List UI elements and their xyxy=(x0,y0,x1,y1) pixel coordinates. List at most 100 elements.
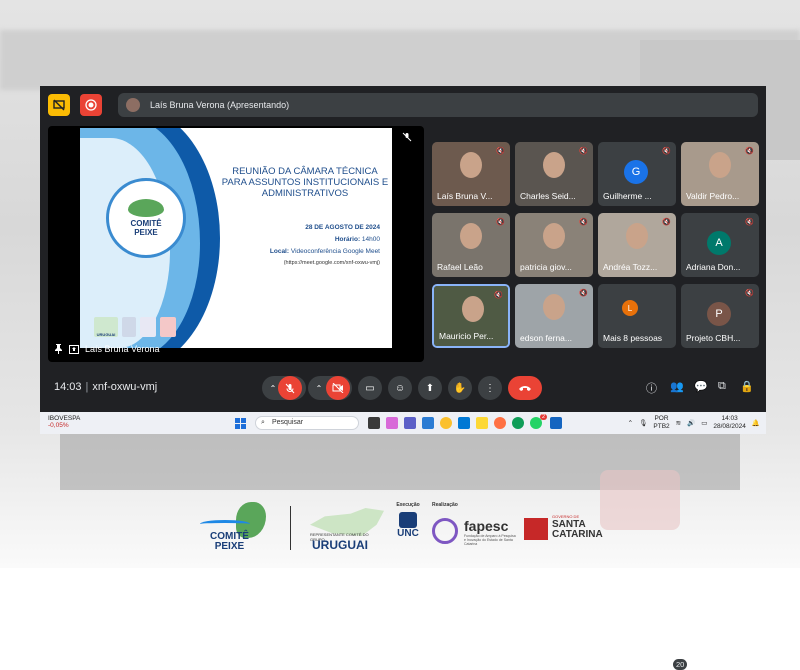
meeting-info: 14:03 | xnf-oxwu-vmj xyxy=(54,381,158,393)
clock[interactable]: 14:03 28/08/2024 xyxy=(713,415,746,431)
santa-catarina-footer-logo: GOVERNO DE SANTA CATARINA xyxy=(524,510,608,550)
participant-face xyxy=(709,152,731,178)
hide-presentation-button[interactable] xyxy=(48,94,70,116)
phone-hangup-icon xyxy=(519,386,531,391)
unc-text: UNC xyxy=(397,528,419,539)
store-icon[interactable] xyxy=(458,417,470,429)
participant-tile[interactable]: 🔇 Laís Bruna V... xyxy=(432,142,510,206)
participant-tile[interactable]: 🔇 Mauricio Per... xyxy=(432,284,510,348)
battery-icon[interactable]: ▭ xyxy=(701,419,707,427)
participant-name: Valdir Pedro... xyxy=(686,191,740,201)
stock-widget[interactable]: IBOVESPA -0,05% xyxy=(48,415,80,429)
recording-button[interactable] xyxy=(80,94,102,116)
slide-local-label: Local: xyxy=(269,248,290,255)
background-shape xyxy=(600,470,680,530)
participant-tile[interactable]: A 🔇 Adriana Don... xyxy=(681,213,759,277)
camera-off-icon xyxy=(332,383,344,393)
mic-toggle-button[interactable] xyxy=(278,376,302,400)
mic-off-icon: 🔇 xyxy=(579,148,588,155)
windows-start-icon[interactable] xyxy=(235,418,246,429)
captions-button[interactable]: ▭ xyxy=(358,376,382,400)
logo-text: COMITÊ xyxy=(130,219,162,228)
fish-icon xyxy=(128,199,164,217)
volume-icon[interactable]: 🔊 xyxy=(687,419,695,427)
stage-name: Laís Bruna Verona xyxy=(85,344,160,354)
participant-tile[interactable]: 🔇 patricia giov... xyxy=(515,213,593,277)
leave-call-button[interactable] xyxy=(508,376,542,400)
slide: COMITÊ PEIXE REUNIÃO DA CÂMARA TÉCNICA P… xyxy=(80,128,392,348)
teams-icon[interactable] xyxy=(404,417,416,429)
presentation-off-icon xyxy=(53,99,65,111)
copilot-icon[interactable] xyxy=(386,417,398,429)
stock-name: IBOVESPA xyxy=(48,415,81,422)
more-options-button[interactable]: ⋮ xyxy=(478,376,502,400)
participant-face xyxy=(460,223,482,249)
edge-icon[interactable] xyxy=(512,417,524,429)
participant-tile[interactable]: G 🔇 Guilherme ... xyxy=(598,142,676,206)
word-icon[interactable] xyxy=(550,417,562,429)
participant-name: Charles Seid... xyxy=(520,191,576,201)
captions-icon: ▭ xyxy=(365,382,375,394)
microphone-icon[interactable]: 🎙 xyxy=(639,419,647,427)
participant-face xyxy=(543,152,565,178)
mic-off-icon: 🔇 xyxy=(496,148,505,155)
participant-tile[interactable]: 🔇 edson ferna... xyxy=(515,284,593,348)
comite-peixe-footer-logo: COMITÊ PEIXE xyxy=(200,502,276,552)
windows-taskbar: IBOVESPA -0,05% ⌕ Pesquisar 2 ⌃ 🎙 POR PTB… xyxy=(40,412,766,434)
widgets-icon[interactable] xyxy=(422,417,434,429)
emoji-button[interactable]: ☺ xyxy=(388,376,412,400)
folder-icon[interactable] xyxy=(476,417,488,429)
presentation-stage[interactable]: ••• COMITÊ PEIXE REUNIÃO DA CÂMARA TÉCNI… xyxy=(48,126,424,362)
chevron-up-icon[interactable]: ⌃ xyxy=(628,419,633,427)
slide-time-label: Horário: xyxy=(334,236,361,243)
participant-tile[interactable]: 🔇 Valdir Pedro... xyxy=(681,142,759,206)
participant-face xyxy=(462,296,484,322)
present-button[interactable]: ⬆ xyxy=(418,376,442,400)
mic-off-icon: 🔇 xyxy=(745,290,754,297)
chevron-up-icon[interactable]: ⌃ xyxy=(270,384,277,393)
bell-icon[interactable]: 🔔 xyxy=(752,419,760,427)
chevron-up-icon[interactable]: ⌃ xyxy=(316,384,323,393)
uruguai-text: URUGUAI xyxy=(312,538,368,552)
system-tray: ⌃ 🎙 POR PTB2 ≋ 🔊 ▭ 14:03 28/08/2024 🔔 xyxy=(628,415,760,431)
taskbar-search[interactable]: ⌕ Pesquisar xyxy=(255,416,359,430)
people-icon[interactable]: 👥 xyxy=(670,380,684,393)
top-bar: Laís Bruna Verona (Apresentando) xyxy=(46,92,758,120)
mic-off-icon xyxy=(402,132,416,146)
chat-icon[interactable]: 💬 xyxy=(694,380,708,393)
meeting-code: xnf-oxwu-vmj xyxy=(92,381,158,393)
uruguai-logo: URUGUAI xyxy=(94,317,118,337)
participant-tile[interactable]: L Mais 8 pessoas xyxy=(598,284,676,348)
host-controls-icon[interactable]: 🔒 xyxy=(740,380,754,393)
mic-off-icon: 🔇 xyxy=(745,219,754,226)
language-indicator[interactable]: POR PTB2 xyxy=(653,415,669,431)
task-view-icon[interactable] xyxy=(368,417,380,429)
mic-off-icon: 🔇 xyxy=(662,219,671,226)
slide-url: (https://meet.google.com/xnf-oxwu-vmj) xyxy=(283,260,380,266)
slide-local: Videoconferência Google Meet xyxy=(290,248,380,255)
santa-catarina-text: SANTA CATARINA xyxy=(552,519,603,540)
pin-icon[interactable] xyxy=(54,344,63,354)
presenter-avatar xyxy=(126,98,140,112)
chrome-icon[interactable] xyxy=(440,417,452,429)
unc-footer-logo: Execução UNC xyxy=(390,502,426,552)
participant-tile[interactable]: P 🔇 Projeto CBH... xyxy=(681,284,759,348)
participant-tile[interactable]: 🔇 Charles Seid... xyxy=(515,142,593,206)
firefox-icon[interactable] xyxy=(494,417,506,429)
activities-icon[interactable]: ⧉ xyxy=(718,380,726,393)
divider xyxy=(290,506,291,550)
wifi-icon[interactable]: ≋ xyxy=(676,419,681,427)
execucao-label: Execução xyxy=(396,502,420,508)
participant-avatar: G xyxy=(624,160,648,184)
participant-tile[interactable]: 🔇 Andréa Tozz... xyxy=(598,213,676,277)
mic-off-icon: 🔇 xyxy=(579,290,588,297)
participant-tile[interactable]: 🔇 Rafael Leão xyxy=(432,213,510,277)
participant-name: Laís Bruna V... xyxy=(437,191,493,201)
participant-name: Andréa Tozz... xyxy=(603,262,658,272)
emoji-icon: ☺ xyxy=(394,382,406,394)
camera-toggle-button[interactable] xyxy=(326,376,350,400)
participant-name: patricia giov... xyxy=(520,262,572,272)
raise-hand-button[interactable]: ✋ xyxy=(448,376,472,400)
info-icon[interactable]: ⓘ xyxy=(646,380,657,396)
mic-off-icon: 🔇 xyxy=(662,148,671,155)
